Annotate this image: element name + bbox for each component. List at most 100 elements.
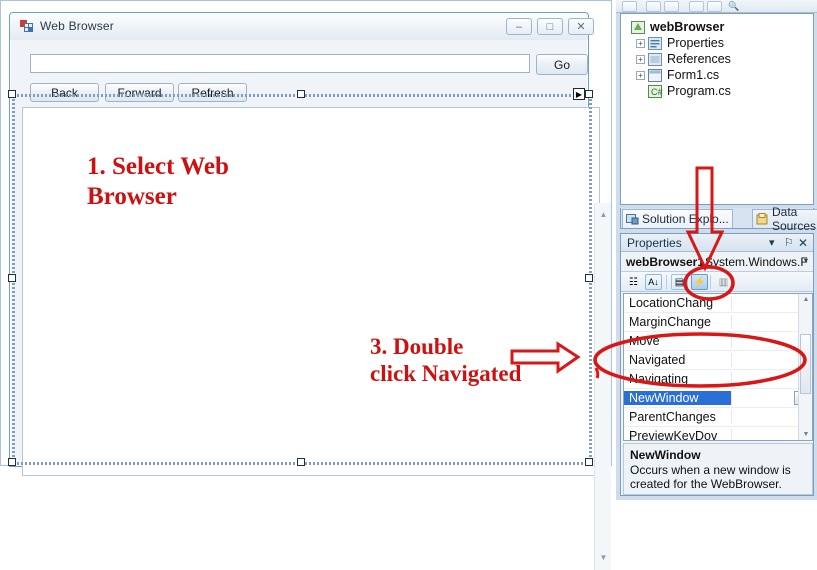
scroll-up-icon[interactable]: ▲ [799, 296, 812, 303]
table-row-navigated[interactable]: Navigated [624, 351, 812, 370]
annotation-step-3: 3. Double click Navigated [370, 333, 570, 387]
description-title: NewWindow [630, 448, 701, 462]
properties-folder-icon [648, 36, 662, 50]
resize-handle-middle-left[interactable] [8, 274, 16, 282]
solution-root-node[interactable]: webBrowser [631, 19, 813, 35]
tab-data-sources[interactable]: Data Sources [752, 205, 817, 233]
maximize-button[interactable]: □ [537, 18, 563, 35]
project-icon [631, 20, 645, 34]
toolbar-view-designer-icon[interactable] [707, 1, 722, 12]
maximize-icon: □ [546, 20, 554, 33]
tree-item-form1-label: Form1.cs [667, 68, 720, 82]
go-button[interactable]: Go [536, 54, 588, 75]
expander-icon[interactable]: + [636, 38, 645, 48]
properties-event-list[interactable]: LocationChang MarginChange Move Navigate… [623, 293, 813, 441]
resize-handle-top-left[interactable] [8, 90, 16, 98]
back-button[interactable]: Back [30, 83, 99, 102]
pin-icon[interactable]: ⚐ [784, 236, 794, 249]
event-name: Move [624, 334, 732, 348]
form-window: Web Browser – □ ✕ Go Back Forward Refres… [9, 12, 611, 570]
table-row[interactable]: LocationChang [624, 294, 812, 313]
form-app-icon [20, 20, 33, 32]
svg-text:C#: C# [651, 87, 663, 97]
toolbar-properties-icon[interactable] [622, 1, 637, 12]
webbrowser-vertical-scrollbar[interactable]: ▲ ▼ [594, 203, 611, 570]
form-designer-surface[interactable]: Web Browser – □ ✕ Go Back Forward Refres… [0, 0, 612, 570]
table-row[interactable]: PreviewKeyDov [624, 427, 812, 440]
properties-toolbar[interactable]: ☷ A↓ ▤ ⚡ ▥ [621, 272, 813, 292]
event-name: NewWindow [624, 391, 732, 405]
form-file-icon [648, 68, 662, 82]
close-icon: ✕ [576, 21, 586, 33]
table-row[interactable]: Move [624, 332, 812, 351]
solution-explorer-toolbar[interactable]: 🔍 [616, 0, 817, 13]
toolbar-show-all-files-icon[interactable] [664, 1, 679, 12]
minimize-icon: – [515, 20, 523, 33]
properties-object-type: System.Windows.F [705, 255, 808, 269]
resize-handle-top-right[interactable] [585, 90, 593, 98]
events-lightning-icon[interactable]: ⚡ [691, 274, 708, 290]
scroll-down-icon[interactable]: ▼ [595, 553, 612, 562]
resize-handle-bottom-center[interactable] [297, 458, 305, 466]
refresh-button[interactable]: Refresh [178, 83, 247, 102]
properties-object-name: webBrowser1 [626, 255, 705, 269]
tree-item-references-label: References [667, 52, 731, 66]
event-name: ParentChanges [624, 410, 732, 424]
resize-handle-bottom-right[interactable] [585, 458, 593, 466]
tool-window-tabstrip[interactable]: Solution Explo... Data Sources [620, 205, 817, 233]
window-dropdown-icon[interactable]: ▾ [769, 236, 775, 249]
resize-handle-middle-right[interactable] [585, 274, 593, 282]
table-row[interactable]: MarginChange [624, 313, 812, 332]
table-row[interactable]: ParentChanges [624, 408, 812, 427]
tree-item-references[interactable]: + References [631, 51, 813, 67]
messages-icon[interactable]: ▥ [715, 274, 732, 290]
categorized-icon[interactable]: ☷ [625, 274, 642, 290]
event-name: Navigating [624, 372, 732, 386]
tree-item-properties[interactable]: + Properties [631, 35, 813, 51]
event-name: PreviewKeyDov [624, 429, 732, 440]
designer-canvas: Web Browser – □ ✕ Go Back Forward Refres… [0, 0, 616, 570]
annotation-step-3-line2: click Navigated [370, 361, 522, 387]
tab-solution-explorer[interactable]: Solution Explo... [622, 209, 733, 228]
url-input[interactable] [30, 54, 530, 73]
table-row-selected[interactable]: NewWindow ▼ [624, 389, 812, 408]
event-name: LocationChang [624, 296, 732, 310]
minimize-button[interactable]: – [506, 18, 532, 35]
tab-solution-explorer-label: Solution Explo... [642, 212, 729, 226]
data-sources-icon [756, 213, 768, 225]
tree-item-program[interactable]: C# Program.cs [631, 83, 813, 99]
annotation-step-3-line1: 3. Double [370, 334, 464, 359]
toolbar-search-icon[interactable]: 🔍 [728, 1, 739, 12]
property-pages-icon[interactable]: ▤ [671, 274, 688, 290]
solution-explorer-icon [626, 214, 639, 225]
expander-icon[interactable]: + [636, 70, 645, 80]
solution-root-label: webBrowser [650, 20, 725, 34]
event-name: MarginChange [624, 315, 732, 329]
tree-item-properties-label: Properties [667, 36, 724, 50]
chevron-down-icon[interactable]: ▾ [804, 256, 808, 265]
description-text: Occurs when a new window is created for … [630, 463, 791, 491]
close-icon[interactable]: ✕ [798, 236, 808, 250]
scrollbar-thumb[interactable] [800, 334, 811, 394]
form-title: Web Browser [40, 19, 115, 33]
table-row[interactable]: Navigating [624, 370, 812, 389]
tree-connector-icon [636, 87, 645, 96]
tree-item-form1[interactable]: + Form1.cs [631, 67, 813, 83]
properties-description: NewWindow Occurs when a new window is cr… [623, 443, 813, 495]
resize-handle-bottom-left[interactable] [8, 458, 16, 466]
alphabetical-sort-icon[interactable]: A↓ [645, 274, 662, 290]
properties-object-selector[interactable]: webBrowser1 System.Windows.F ▾ [621, 252, 813, 272]
properties-list-scrollbar[interactable]: ▲ ▼ [798, 294, 812, 440]
tab-data-sources-label: Data Sources [772, 205, 817, 233]
scroll-down-icon[interactable]: ▼ [799, 431, 812, 438]
resize-handle-top-center[interactable] [297, 90, 305, 98]
properties-window: Properties ▾ ⚐ ✕ webBrowser1 System.Wind… [620, 233, 814, 496]
close-button[interactable]: ✕ [568, 18, 594, 35]
toolbar-view-code-icon[interactable] [689, 1, 704, 12]
smart-tag-glyph[interactable]: ▶ [573, 88, 585, 100]
scroll-up-icon[interactable]: ▲ [595, 210, 612, 219]
toolbar-refresh-icon[interactable] [646, 1, 661, 12]
expander-icon[interactable]: + [636, 54, 645, 64]
solution-explorer-panel[interactable]: webBrowser + Properties + References + F… [620, 13, 814, 205]
forward-button[interactable]: Forward [105, 83, 174, 102]
